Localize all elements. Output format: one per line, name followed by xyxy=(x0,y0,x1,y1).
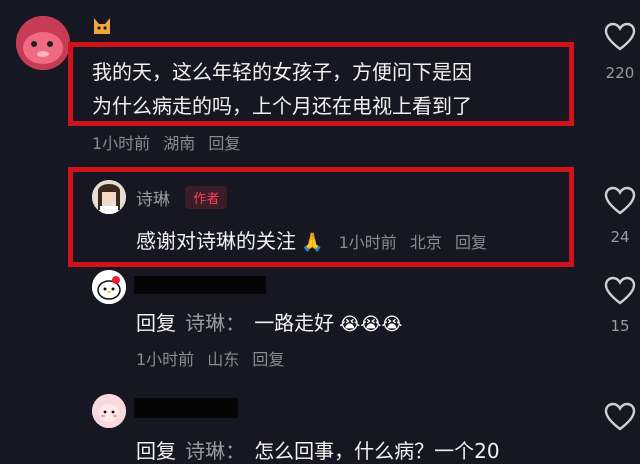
reply-text: 怎么回事，什么病？一个20 xyxy=(254,439,500,463)
reply-row: 回复 诗琳： 怎么回事，什么病？一个20 xyxy=(136,435,500,464)
author-photo-icon xyxy=(92,180,126,214)
like-heart-icon[interactable] xyxy=(604,22,636,52)
comment-location: 湖南 xyxy=(163,134,196,153)
like-heart-icon[interactable] xyxy=(604,402,636,432)
reply-prefix: 回复 xyxy=(136,311,176,335)
author-badge: 作者 xyxy=(185,186,228,209)
redacted-username xyxy=(134,276,266,294)
author-avatar[interactable] xyxy=(92,180,126,214)
reply-location: 山东 xyxy=(207,350,240,369)
cat-emoji-icon xyxy=(92,16,112,36)
like-heart-icon[interactable] xyxy=(604,186,636,216)
like-count: 24 xyxy=(610,228,630,246)
author-reply-location: 北京 xyxy=(409,233,442,252)
like-count: 220 xyxy=(605,64,635,82)
author-reply-link[interactable]: 回复 xyxy=(455,233,487,252)
pink-plush-avatar-icon xyxy=(16,16,70,70)
author-reply-row: 感谢对诗琳的关注 🙏 1小时前 北京 回复 xyxy=(136,225,495,254)
hello-kitty-avatar-icon xyxy=(92,270,126,304)
comment-text-line2: 为什么病走的吗，上个月还在电视上看到了 xyxy=(92,94,472,118)
reply-target[interactable]: 诗琳： xyxy=(185,439,245,463)
reply-text: 一路走好 xyxy=(254,311,335,335)
pink-cartoon-avatar-icon xyxy=(92,394,126,428)
folded-hands-emoji: 🙏 xyxy=(301,232,324,253)
comment-time: 1小时前 xyxy=(92,134,151,153)
author-reply-text: 感谢对诗琳的关注 xyxy=(136,229,296,253)
reply-avatar[interactable] xyxy=(92,394,126,428)
crying-emoji: 😭😭😭 xyxy=(339,314,403,335)
author-name[interactable]: 诗琳 xyxy=(136,190,170,210)
author-name-row: 诗琳 作者 xyxy=(136,185,228,210)
like-count: 15 xyxy=(610,317,630,335)
reply-target[interactable]: 诗琳： xyxy=(185,311,245,335)
reply-meta: 1小时前 山东 回复 xyxy=(136,346,292,370)
reply-prefix: 回复 xyxy=(136,439,176,463)
reply-row: 回复 诗琳： 一路走好 😭😭😭 xyxy=(136,307,402,336)
commenter-avatar[interactable] xyxy=(16,16,70,70)
reply-link[interactable]: 回复 xyxy=(252,350,284,369)
reply-avatar[interactable] xyxy=(92,270,126,304)
redacted-username xyxy=(134,398,238,418)
comment-meta: 1小时前 湖南 回复 xyxy=(92,130,248,154)
comment-reply-link[interactable]: 回复 xyxy=(208,134,240,153)
comment-text-line1: 我的天，这么年轻的女孩子，方便问下是因 xyxy=(92,60,472,84)
author-reply-time: 1小时前 xyxy=(338,233,397,252)
like-heart-icon[interactable] xyxy=(604,276,636,306)
reply-time: 1小时前 xyxy=(136,350,195,369)
